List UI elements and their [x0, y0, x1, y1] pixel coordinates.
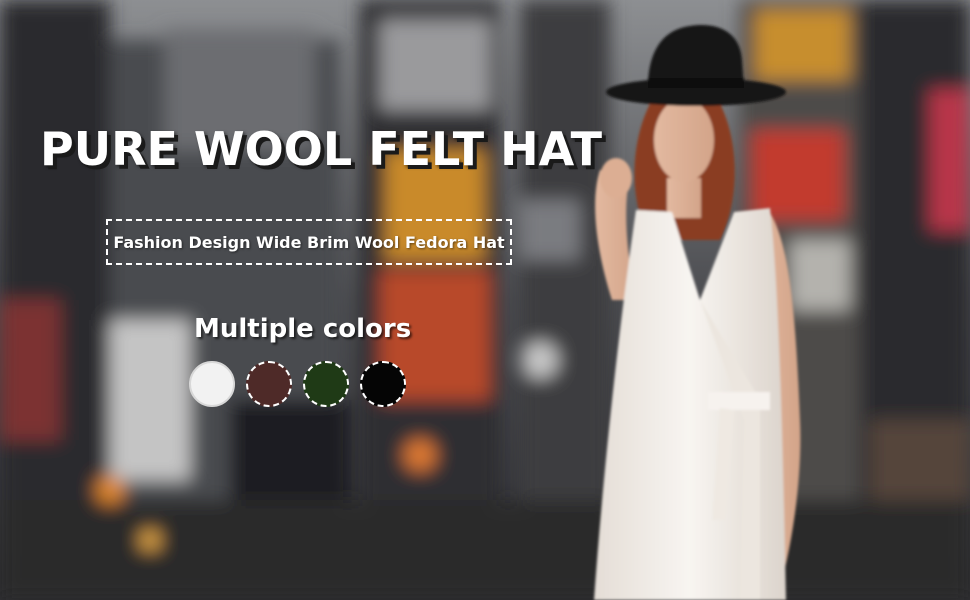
swatch-dark-green[interactable] — [303, 361, 349, 407]
swatch-black[interactable] — [360, 361, 406, 407]
banner-subtitle: Fashion Design Wide Brim Wool Fedora Hat — [113, 232, 505, 252]
subtitle-box: Fashion Design Wide Brim Wool Fedora Hat — [106, 219, 512, 265]
product-banner: PURE WOOL FELT HAT Fashion Design Wide B… — [0, 0, 970, 600]
banner-title: PURE WOOL FELT HAT — [40, 122, 603, 176]
color-swatches — [189, 361, 406, 407]
swatch-white[interactable] — [189, 361, 235, 407]
colors-heading: Multiple colors — [194, 314, 412, 344]
background-photo — [0, 0, 970, 600]
swatch-brown[interactable] — [246, 361, 292, 407]
